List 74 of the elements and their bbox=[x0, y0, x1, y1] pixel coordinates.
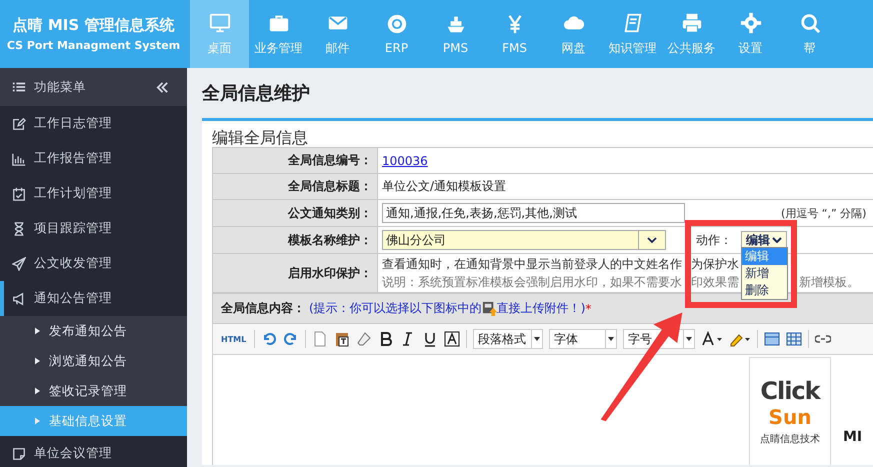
template-select[interactable]: 佛山分公司 bbox=[382, 230, 666, 250]
sidebar-title: 功能菜单 bbox=[34, 78, 87, 96]
category-field[interactable]: 通知,通报,任免,表扬,惩罚,其他,测试 bbox=[382, 203, 685, 223]
upload-hint: 直接上传附件！) bbox=[496, 300, 586, 317]
record-number-link[interactable]: 100036 bbox=[382, 154, 428, 168]
dropdown-option[interactable]: 删除 bbox=[742, 282, 787, 299]
sidebar-subitem[interactable]: 签收记录管理 bbox=[0, 376, 187, 406]
format-select[interactable]: 段落格式 bbox=[473, 329, 544, 349]
sidebar-item[interactable]: 公文收发管理 bbox=[0, 246, 187, 281]
paste-text-icon[interactable] bbox=[334, 331, 350, 347]
eraser-icon[interactable] bbox=[356, 331, 372, 347]
grid-icon[interactable] bbox=[786, 331, 802, 347]
field-label: 全局信息标题： bbox=[213, 174, 378, 200]
bold-icon[interactable] bbox=[378, 331, 394, 347]
watermark-text: 为保护水 bbox=[691, 256, 739, 272]
app-subtitle: CS Port Managment System bbox=[6, 39, 180, 52]
hourglass-icon bbox=[12, 222, 26, 236]
caret-icon bbox=[35, 417, 40, 425]
edit-icon bbox=[12, 116, 26, 130]
caret-icon bbox=[531, 330, 542, 348]
book-icon bbox=[622, 12, 644, 34]
page-title: 全局信息维护 bbox=[202, 82, 311, 106]
field-label: 全局信息编号： bbox=[213, 148, 378, 174]
watermark-text: 查看通知时，在通知背景中显示当前登录人的中文姓名作 bbox=[382, 256, 682, 272]
megaphone-icon bbox=[12, 292, 26, 306]
menu-icon bbox=[12, 80, 26, 94]
section-title: 编辑全局信息 bbox=[212, 129, 309, 147]
undo-icon[interactable] bbox=[261, 331, 278, 347]
field-hint: (用逗号 “,” 分隔) bbox=[781, 206, 866, 220]
upload-hint: (提示：你可以选择以下图标中的 bbox=[309, 300, 482, 317]
field-label: 公文通知类别： bbox=[213, 200, 378, 227]
printer-icon bbox=[680, 12, 702, 34]
search-icon bbox=[798, 12, 820, 34]
field-value: 单位公文/通知模板设置 bbox=[382, 178, 506, 195]
dropdown-option[interactable]: 新增 bbox=[742, 265, 787, 282]
paper-plane-icon bbox=[12, 256, 26, 270]
bar-chart-icon bbox=[12, 152, 26, 166]
table-icon[interactable] bbox=[764, 331, 780, 347]
logo-word: Sun bbox=[768, 405, 812, 429]
watermark-note: 说明：系统预置标准模板会强制启用水印，如果不需要水 bbox=[382, 274, 682, 290]
caret-icon bbox=[35, 327, 40, 335]
caret-icon bbox=[35, 357, 40, 365]
caret-icon bbox=[35, 387, 40, 395]
caret-icon bbox=[683, 330, 694, 348]
field-label: 全局信息内容： bbox=[221, 300, 305, 317]
logo-caption: 点睛信息技术 bbox=[760, 432, 820, 446]
sidebar-item[interactable]: 工作计划管理 bbox=[0, 176, 187, 211]
collapse-icon[interactable] bbox=[156, 80, 169, 94]
watermark-note: 新增模板。 bbox=[799, 274, 859, 290]
sidebar-subitem[interactable]: 发布通知公告 bbox=[0, 316, 187, 346]
calendar-icon bbox=[12, 186, 26, 200]
action-label: 动作： bbox=[696, 232, 732, 248]
upload-icon bbox=[482, 301, 497, 316]
sidebar-item[interactable]: 工作日志管理 bbox=[0, 106, 187, 141]
sidebar-subitem[interactable]: 浏览通知公告 bbox=[0, 346, 187, 376]
font-color-icon[interactable] bbox=[701, 331, 724, 347]
monitor-icon bbox=[208, 12, 230, 34]
format-select[interactable]: 字体 bbox=[549, 329, 618, 349]
sidebar-item[interactable]: 单位会议管理 bbox=[0, 436, 187, 467]
note-icon bbox=[12, 446, 26, 460]
logo-word: Click bbox=[760, 377, 820, 405]
field-label: 启用水印保护： bbox=[213, 254, 378, 293]
new-page-icon[interactable] bbox=[312, 331, 328, 347]
caret-icon bbox=[605, 330, 616, 348]
html-button[interactable]: HTML bbox=[219, 334, 248, 344]
watermark-note: 印效果需 bbox=[691, 274, 739, 290]
chevron-icon bbox=[772, 237, 782, 243]
required-mark: * bbox=[585, 302, 592, 316]
heading-text: MI bbox=[843, 429, 862, 445]
app-title: 点晴 MIS 管理信息系统 bbox=[12, 16, 174, 35]
sidebar-item[interactable]: 工作报告管理 bbox=[0, 141, 187, 176]
field-label: 模板名称维护： bbox=[213, 227, 378, 254]
sidebar-item[interactable]: 项目跟踪管理 bbox=[0, 211, 187, 246]
text-border-icon[interactable] bbox=[444, 331, 460, 347]
